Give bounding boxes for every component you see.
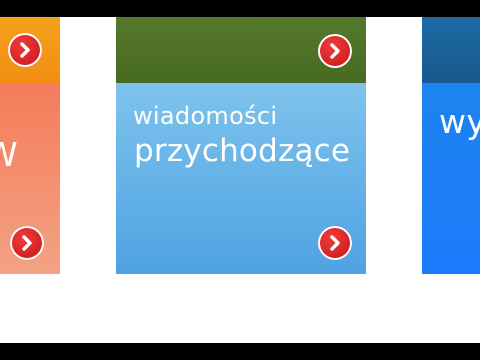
tile-center-body: wiadomości przychodzące — [116, 83, 366, 274]
tile-left[interactable]: W — [0, 17, 60, 274]
chevron-right-icon[interactable] — [10, 226, 44, 260]
tile-center-header — [116, 17, 366, 83]
tile-right-header — [422, 17, 480, 83]
tile-title-line1: wiadomości — [133, 102, 278, 130]
tile-right[interactable]: wy — [422, 17, 480, 274]
tile-title-line2: przychodzące — [134, 133, 351, 169]
tile-right-body: wy — [422, 83, 480, 274]
tile-left-body: W — [0, 83, 60, 274]
chevron-right-icon[interactable] — [318, 226, 352, 260]
top-black-bar — [0, 0, 480, 17]
tile-left-header — [0, 17, 60, 83]
bottom-black-bar — [0, 343, 480, 360]
tile-incoming-messages[interactable]: wiadomości przychodzące — [116, 17, 366, 274]
chevron-right-icon[interactable] — [8, 33, 42, 67]
chevron-right-icon[interactable] — [318, 34, 352, 68]
tile-right-label: wy — [439, 102, 480, 141]
tile-left-label: W — [0, 135, 18, 174]
